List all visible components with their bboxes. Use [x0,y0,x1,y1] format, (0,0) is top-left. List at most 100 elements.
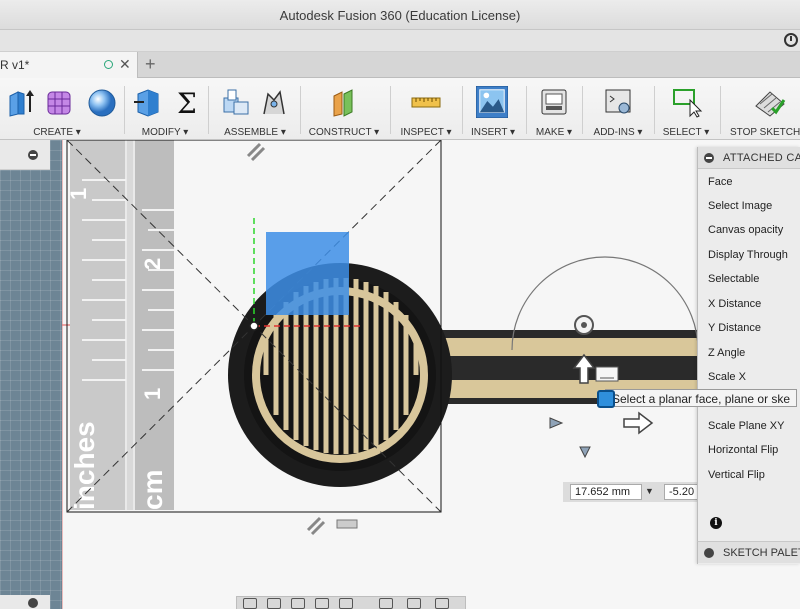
menu-item-z-angle[interactable]: Z Angle [708,347,745,359]
form-box-icon[interactable] [44,86,76,118]
toolbar-divider [526,86,527,134]
pan-icon[interactable] [291,598,305,609]
menu-item-select-image[interactable]: Select Image [708,200,772,212]
x-distance-input[interactable]: 17.652 mm [570,484,642,500]
look-at-icon[interactable] [267,598,281,609]
orbit-icon[interactable] [243,598,257,609]
select-group[interactable]: SELECT ▾ [656,78,716,140]
menu-item-canvas-opacity[interactable]: Canvas opacity [708,224,783,236]
expand-panel-icon[interactable] [704,548,714,558]
inspect-group[interactable]: INSPECT ▾ [394,78,458,140]
inspect-menu-label[interactable]: INSPECT ▾ [394,127,458,138]
ruler-label-cm-2: 2 [140,258,165,270]
zoom-icon[interactable] [315,598,329,609]
online-status-icon [104,60,113,69]
select-menu-label[interactable]: SELECT ▾ [656,127,716,138]
new-tab-plus-icon[interactable]: + [145,54,156,75]
title-bar: Autodesk Fusion 360 (Education License) [0,0,800,30]
sphere-icon[interactable] [86,86,118,118]
insert-menu-label[interactable]: INSERT ▾ [464,127,522,138]
sketch-palette-header[interactable]: SKETCH PALETT [697,541,800,563]
rotate-z-icon[interactable] [549,417,564,429]
attached-canvas-header[interactable]: ATTACHED CAN [698,147,800,169]
browser-panel[interactable] [0,140,62,609]
toolbar-divider [720,86,721,134]
face-select-icon[interactable] [597,390,615,408]
menu-item-x-distance[interactable]: X Distance [708,298,761,310]
display-settings-icon[interactable] [379,598,393,609]
make-group[interactable]: MAKE ▾ [528,78,580,140]
menu-item-scale-x[interactable]: Scale X [708,371,746,383]
modify-group[interactable]: Σ MODIFY ▾ [126,78,204,140]
new-component-icon[interactable] [220,86,252,118]
window-title: Autodesk Fusion 360 (Education License) [279,8,521,23]
toolbar-divider [462,86,463,134]
construct-menu-label[interactable]: CONSTRUCT ▾ [304,127,384,138]
move-arrow-right-icon[interactable] [623,411,654,435]
sketch-palette-title: SKETCH PALETT [723,547,800,559]
add-ins-group[interactable]: ADD-INS ▾ [586,78,650,140]
collapse-panel-icon[interactable] [28,150,38,160]
rotate-x-icon[interactable] [579,446,591,459]
create-group[interactable]: CREATE ▾ [0,78,122,140]
viewports-icon[interactable] [435,598,449,609]
fusion-360-window: Autodesk Fusion 360 (Education License) … [0,0,800,609]
offset-plane-icon[interactable] [328,86,360,118]
close-tab-icon[interactable]: ✕ [119,56,131,73]
stop-sketch-group[interactable]: STOP SKETCH [726,78,800,140]
fit-icon[interactable] [339,598,353,609]
attached-canvas-image[interactable]: 1 2 1 inches cm [66,140,702,513]
scale-handle-icon[interactable] [336,519,358,529]
dimension-dropdown-icon[interactable]: ▼ [645,486,654,496]
viewport-graphics: 1 2 1 inches cm [62,140,702,609]
browser-panel-header[interactable] [0,140,50,170]
menu-item-scale-plane-xy[interactable]: Scale Plane XY [708,420,784,432]
3d-print-icon[interactable] [538,86,570,118]
scripts-add-ins-icon[interactable] [602,86,634,118]
expand-panel-icon[interactable] [28,598,38,608]
application-bar [0,30,800,52]
compute-sigma-icon[interactable]: Σ [172,86,204,118]
assemble-menu-label[interactable]: ASSEMBLE ▾ [212,127,298,138]
origin-point[interactable] [249,321,259,331]
collapse-panel-icon[interactable] [704,153,714,163]
insert-canvas-image-icon[interactable] [476,86,508,118]
job-status-clock-icon[interactable] [784,33,798,47]
toolbar-divider [654,86,655,134]
toolbar-divider [390,86,391,134]
ruler-label-inch-1: 1 [66,188,91,200]
attached-canvas-panel: ATTACHED CAN Face Select Image Canvas op… [697,147,800,564]
document-tab[interactable]: R v1* ✕ [0,52,138,78]
design-canvas[interactable]: 1 2 1 inches cm [62,140,800,609]
modify-menu-label[interactable]: MODIFY ▾ [126,127,204,138]
stop-sketch-label[interactable]: STOP SKETCH [730,127,800,138]
triad-plane-icon[interactable] [595,366,619,382]
window-select-icon[interactable] [672,86,704,118]
selection-box[interactable] [266,232,349,315]
svg-text:Σ: Σ [177,87,197,118]
press-pull-icon[interactable] [132,86,164,118]
menu-item-horizontal-flip[interactable]: Horizontal Flip [708,444,778,456]
toolbar-divider [208,86,209,134]
joint-icon[interactable] [258,86,290,118]
construct-group[interactable]: CONSTRUCT ▾ [304,78,384,140]
menu-item-selectable[interactable]: Selectable [708,273,759,285]
toolbar-divider [582,86,583,134]
menu-item-face[interactable]: Face [708,176,732,188]
menu-item-y-distance[interactable]: Y Distance [708,322,761,334]
toolbar-divider [124,86,125,134]
comments-panel-header[interactable] [0,595,50,609]
extrude-icon[interactable] [4,86,36,118]
assemble-group[interactable]: ASSEMBLE ▾ [212,78,298,140]
add-ins-menu-label[interactable]: ADD-INS ▾ [586,127,650,138]
create-menu-label[interactable]: CREATE ▾ [22,127,92,138]
menu-item-display-through[interactable]: Display Through [708,249,788,261]
menu-item-vertical-flip[interactable]: Vertical Flip [708,469,765,481]
measure-ruler-icon[interactable] [410,86,442,118]
insert-group[interactable]: INSERT ▾ [464,78,522,140]
info-icon[interactable]: i [710,517,722,529]
stop-sketch-icon[interactable] [754,86,786,118]
grid-settings-icon[interactable] [407,598,421,609]
make-menu-label[interactable]: MAKE ▾ [528,127,580,138]
ruler-label-cm-1: 1 [140,388,165,400]
